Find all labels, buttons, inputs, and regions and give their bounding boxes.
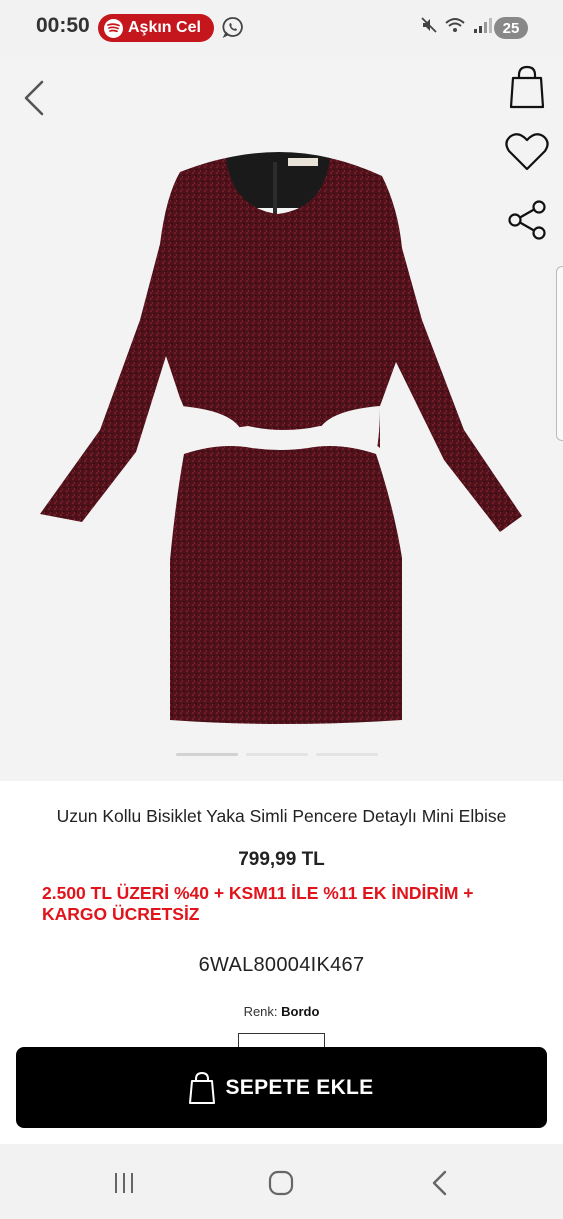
image-pagination — [176, 753, 378, 756]
system-icons — [420, 16, 492, 34]
battery-indicator: 25 — [494, 17, 528, 39]
spotify-icon — [104, 18, 123, 38]
promo-text: 2.500 TL ÜZERİ %40 + KSM11 İLE %11 EK İN… — [42, 883, 474, 924]
recents-button[interactable] — [104, 1166, 144, 1200]
color-selector-label: Renk: Bordo — [0, 1004, 563, 1019]
mute-icon — [421, 17, 437, 33]
status-bar: 00:50 Aşkın Cel 25 — [0, 0, 563, 56]
signal-icon — [474, 18, 492, 33]
pagination-dot-1[interactable] — [176, 753, 238, 756]
pagination-dot-2[interactable] — [246, 753, 308, 756]
home-icon — [268, 1170, 294, 1196]
spacer — [0, 1128, 563, 1144]
home-button[interactable] — [261, 1166, 301, 1200]
shopping-bag-icon[interactable] — [508, 64, 546, 110]
color-value: Bordo — [281, 1004, 320, 1019]
color-label: Renk: — [243, 1004, 278, 1019]
product-image-gallery[interactable] — [0, 56, 563, 781]
media-text: Aşkın Cel — [128, 19, 201, 36]
product-image — [40, 152, 522, 724]
media-notification-pill[interactable]: Aşkın Cel — [98, 14, 214, 42]
system-navigation-bar — [0, 1144, 563, 1219]
wifi-icon — [445, 18, 465, 32]
product-sku: 6WAL80004IK467 — [198, 954, 365, 976]
whatsapp-icon — [222, 17, 243, 38]
nav-back-icon — [432, 1170, 447, 1196]
product-title: Uzun Kollu Bisiklet Yaka Simli Pencere D… — [56, 806, 507, 826]
pagination-dot-3[interactable] — [316, 753, 378, 756]
back-icon[interactable] — [18, 76, 52, 120]
recents-icon — [115, 1173, 133, 1193]
product-price: 799,99 TL — [238, 849, 325, 870]
add-to-cart-label: SEPETE EKLE — [225, 1075, 374, 1099]
nav-back-button[interactable] — [420, 1166, 460, 1200]
add-to-cart-button[interactable]: SEPETE EKLE — [16, 1047, 547, 1128]
shopping-bag-icon — [189, 1071, 216, 1104]
edge-panel-handle[interactable] — [556, 266, 563, 441]
status-time: 00:50 — [36, 14, 90, 37]
